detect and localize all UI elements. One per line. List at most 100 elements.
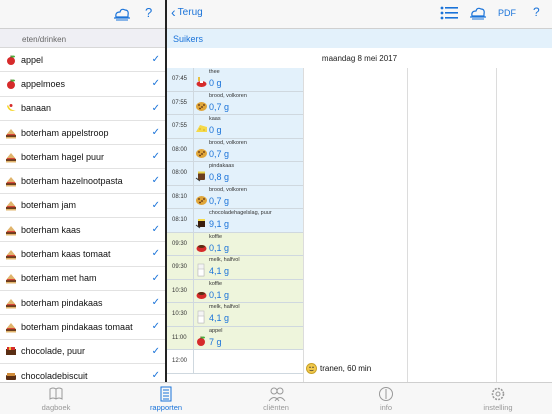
timeline-entry[interactable]: 08:10 brood, volkoren 0,7 g: [167, 185, 303, 209]
symptom-note[interactable]: tranen, 60 min: [306, 363, 371, 374]
coffee-icon: [195, 240, 208, 252]
food-label: banaan: [21, 103, 52, 114]
entry-time: 10:30: [172, 287, 188, 294]
apple-icon: [195, 334, 208, 346]
food-list-item[interactable]: chocoladebiscuit ✓: [0, 364, 165, 382]
report-date: maandag 8 mei 2017: [321, 54, 398, 63]
food-list-item[interactable]: banaan ✓: [0, 97, 165, 121]
food-list-item[interactable]: appel ✓: [0, 48, 165, 73]
tab-info[interactable]: info: [356, 386, 416, 412]
bread-icon: [195, 193, 208, 205]
timeline-entry[interactable]: 08:10 chocoladehagelslag, puur 9,1 g: [167, 209, 303, 233]
time-separator: [193, 326, 194, 349]
food-list-item[interactable]: boterham pindakaas ✓: [0, 291, 165, 316]
tab-rapporten[interactable]: rapporten: [136, 386, 196, 412]
time-separator: [193, 115, 194, 138]
timeline-entry[interactable]: 10:30 melk, halfvol 4,1 g: [167, 303, 303, 327]
pdf-button[interactable]: PDF: [498, 8, 516, 18]
cloud-sync-icon[interactable]: [112, 6, 132, 22]
food-list-item[interactable]: boterham kaas ✓: [0, 218, 165, 243]
time-separator: [193, 350, 194, 373]
time-separator: [193, 185, 194, 208]
note-text: tranen, 60 min: [320, 364, 372, 373]
sandwich-icon: [5, 151, 17, 163]
entry-food-name: koffie: [209, 233, 223, 240]
tab-dagboek[interactable]: dagboek: [26, 386, 86, 412]
time-separator: [193, 232, 194, 255]
checkmark-icon: ✓: [151, 78, 160, 90]
timeline-entry[interactable]: 08:00 brood, volkoren 0,7 g: [167, 138, 303, 162]
help-button[interactable]: ?: [145, 5, 152, 20]
book-icon: [48, 386, 64, 402]
food-list-item[interactable]: boterham hagel puur ✓: [0, 145, 165, 170]
tab-label: instelling: [483, 403, 513, 412]
gear-icon: [490, 386, 506, 402]
food-list-item[interactable]: boterham pindakaas tomaat ✓: [0, 315, 165, 340]
report-pane: ‹ Terug PDF ? Suikers maandag 8 mei 2017…: [167, 0, 552, 382]
timeline-entry[interactable]: 07:55 kaas 0 g: [167, 115, 303, 139]
milk-icon: [195, 310, 208, 324]
checkmark-icon: ✓: [151, 296, 160, 308]
right-navbar: ‹ Terug PDF ?: [167, 0, 552, 29]
food-label: boterham hagel puur: [21, 151, 105, 162]
checkmark-icon: ✓: [151, 224, 160, 236]
tab-cliënten[interactable]: cliënten: [246, 386, 306, 412]
coffee-icon: [195, 287, 208, 299]
apple-icon: [5, 54, 17, 66]
biscuit-icon: [5, 370, 17, 382]
food-label: boterham pindakaas tomaat: [21, 321, 133, 332]
timeline-entry[interactable]: 11:00 appel 7 g: [167, 326, 303, 350]
report-title: Suikers: [167, 29, 552, 48]
time-separator: [193, 138, 194, 161]
tab-label: cliënten: [263, 403, 289, 412]
bread-icon: [195, 146, 208, 158]
timeline-entry[interactable]: 09:30 koffie 0,1 g: [167, 232, 303, 256]
cloud-sync-icon[interactable]: [468, 5, 488, 26]
food-list-item[interactable]: appelmoes ✓: [0, 72, 165, 97]
apple-icon: [5, 78, 17, 90]
food-list-item[interactable]: boterham kaas tomaat ✓: [0, 242, 165, 267]
entry-sugar-value: 9,1 g: [209, 219, 230, 229]
checkmark-icon: ✓: [151, 54, 160, 65]
food-list-item[interactable]: boterham jam ✓: [0, 194, 165, 219]
chocolate-sprinkles-icon: [195, 216, 208, 229]
entry-food-name: brood, volkoren: [209, 92, 247, 99]
smiley-icon: [306, 363, 317, 374]
food-list-item[interactable]: chocolade, puur ✓: [0, 340, 165, 364]
food-list-item[interactable]: boterham met ham ✓: [0, 267, 165, 291]
checkmark-icon: ✓: [151, 126, 160, 138]
sandwich-icon: [5, 297, 17, 309]
timeline-entry[interactable]: 07:55 brood, volkoren 0,7 g: [167, 91, 303, 115]
help-button[interactable]: ?: [533, 5, 540, 19]
checkmark-icon: ✓: [151, 321, 160, 333]
food-label: chocoladebiscuit: [21, 370, 88, 381]
food-list-pane: ? eten/drinken appel ✓ appelmoes ✓ banaan ✓ bo…: [0, 0, 165, 382]
back-button[interactable]: ‹ Terug: [171, 4, 203, 20]
food-label: boterham met ham: [21, 273, 97, 284]
time-separator: [193, 209, 194, 232]
timeline-entry[interactable]: 09:30 melk, halfvol 4,1 g: [167, 256, 303, 280]
food-list: appel ✓ appelmoes ✓ banaan ✓ boterham appelstr…: [0, 48, 165, 382]
time-separator: [193, 279, 194, 302]
timeline-entry[interactable]: 10:30 koffie 0,1 g: [167, 279, 303, 303]
list-icon[interactable]: [439, 5, 459, 26]
food-list-item[interactable]: boterham hazelnootpasta ✓: [0, 169, 165, 194]
time-separator: [193, 162, 194, 185]
timeline-grid: tranen, 60 min 07:45 thee 0 g 07:55 brood, v…: [167, 68, 552, 382]
chevron-left-icon: ‹: [171, 4, 176, 20]
entry-sugar-value: 0 g: [209, 78, 222, 88]
entry-time: 07:55: [172, 123, 188, 129]
timeline-entry[interactable]: 07:45 thee 0 g: [167, 68, 303, 92]
timeline-entry[interactable]: 08:00 pindakaas 0,8 g: [167, 162, 303, 186]
sandwich-icon: [5, 272, 17, 284]
tea-icon: [195, 75, 208, 87]
timeline-entry[interactable]: 12:00: [167, 350, 303, 374]
checkmark-icon: ✓: [151, 272, 160, 284]
grid-line: [407, 68, 408, 382]
bread-icon: [195, 99, 208, 111]
entry-sugar-value: 0,7 g: [209, 101, 230, 112]
food-list-item[interactable]: boterham appelstroop ✓: [0, 121, 165, 146]
entry-food-name: kaas: [209, 116, 221, 122]
entry-food-name: melk, halfvol: [209, 257, 240, 263]
tab-instelling[interactable]: instelling: [468, 386, 528, 412]
